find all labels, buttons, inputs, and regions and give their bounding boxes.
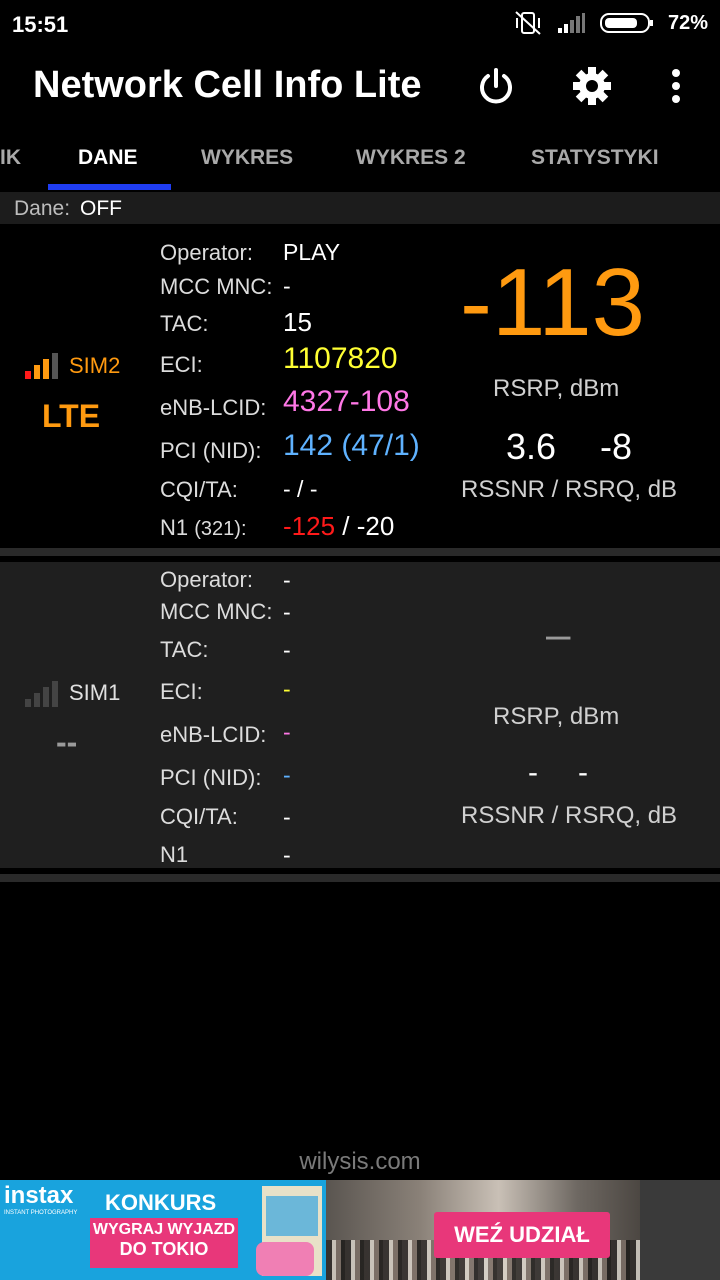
sim1-cqi-value: - [283,804,291,830]
settings-button[interactable] [568,62,616,110]
tab-indicator [48,184,171,190]
sim2-operator-label: Operator: [160,240,253,265]
sim1-rsrp-unit: RSRP, dBm [493,703,620,730]
ad-promo-box: WYGRAJ WYJAZD DO TOKIO [90,1218,238,1268]
status-time: 15:51 [12,12,69,37]
overflow-menu-button[interactable] [652,62,700,110]
sim1-tac-label: TAC: [160,637,209,662]
sim2-rat: LTE [42,398,101,434]
sim1-cqi-label: CQI/TA: [160,804,238,829]
app-bar: Network Cell Info Lite [0,50,720,122]
sim2-panel[interactable]: SIM2 LTE Operator: PLAY MCC MNC: - TAC: … [0,224,720,546]
ad-product-image [256,1186,322,1276]
power-button[interactable] [472,62,520,110]
sim1-tac-value: - [283,637,291,663]
tab-wykres[interactable]: WYKRES [201,146,293,170]
sim2-rsrp-unit: RSRP, dBm [493,375,620,402]
sim1-label: SIM1 [69,680,121,705]
sim2-eci-value: 1107820 [283,342,398,375]
sim2-n1-label: N1 (321): [160,515,247,541]
ad-crowd-image: WEŹ UDZIAŁ [326,1180,640,1280]
status-icons: 72% [514,10,708,36]
ad-line-1: WYGRAJ WYJAZD [92,1221,236,1238]
sim1-operator-label: Operator: [160,567,253,592]
sim2-enb-label: eNB-LCID: [160,395,267,420]
data-label: Dane: [14,197,71,220]
sim2-eci-label: ECI: [160,352,203,377]
footer-link[interactable]: wilysis.com [0,1148,720,1176]
sim2-signal-icon [25,353,58,379]
sim2-mcc-label: MCC MNC: [160,274,273,299]
sim1-signal-icon [25,681,58,707]
tab-wykres-2[interactable]: WYKRES 2 [356,146,466,170]
sim1-snr-unit: RSSNR / RSRQ, dB [461,802,678,829]
panel-divider-bottom [0,874,720,882]
sim2-n1-rsrq: -20 [356,511,395,541]
ad-brand-sub: INSTANT PHOTOGRAPHY [4,1210,78,1216]
sim1-operator-value: - [283,567,291,593]
sim2-enb-value: 4327-108 [283,385,410,418]
sim1-pci-label: PCI (NID): [160,765,262,790]
status-bar: 15:51 72% [0,0,720,50]
sim2-tac-label: TAC: [160,311,209,336]
sim2-rsrp-value: -113 [460,249,646,356]
sim2-n1-rsrp: -125 [283,511,336,541]
ad-banner[interactable]: instax INSTANT PHOTOGRAPHY KONKURS WYGRA… [0,1180,640,1280]
power-icon [480,68,512,104]
sim2-rsrq-value: -8 [600,426,633,467]
sim2-tac-value: 15 [283,307,312,337]
sim1-n1-label: N1 [160,842,189,867]
battery-percent: 72% [667,11,708,34]
tab-bar: IK DANE WYKRES WYKRES 2 STATYSTYKI [0,122,720,190]
ad-line-2: DO TOKIO [119,1239,209,1259]
battery-icon [599,13,653,33]
ad-cta-button[interactable]: WEŹ UDZIAŁ [434,1212,610,1258]
sim1-pci-value: - [283,762,291,788]
sim1-rsrp-value: – [546,610,571,659]
ad-side-strip [640,1180,720,1280]
sim1-enb-label: eNB-LCID: [160,722,267,747]
sim2-pci-value: 142 (47/1) [283,429,420,462]
app-title: Network Cell Info Lite [33,64,422,106]
tab-dane[interactable]: DANE [78,146,138,170]
sim1-mcc-value: - [283,599,291,625]
sim1-enb-value: - [283,719,291,745]
sim2-snr-unit: RSSNR / RSRQ, dB [461,476,678,503]
more-vert-icon [672,69,680,103]
sim1-rat: -- [56,724,78,760]
sim2-n1-value: -125 / -20 [283,511,394,542]
sim2-cqi-label: CQI/TA: [160,477,238,502]
sim1-n1-value: - [283,842,291,868]
camera-image [256,1242,314,1276]
signal-icon [557,13,585,33]
sim1-mcc-label: MCC MNC: [160,599,273,624]
sim1-eci-label: ECI: [160,679,203,704]
sim2-n1-separator: / [335,511,357,541]
sim2-mcc-value: - [283,273,291,299]
vibrate-off-icon [515,11,541,35]
tab-statystyki[interactable]: STATYSTYKI [531,146,659,170]
sim2-pci-label: PCI (NID): [160,438,262,463]
sim1-rsrq-value: - [578,756,588,789]
data-value: OFF [80,197,122,220]
sim2-cqi-value: - / - [283,476,318,502]
tab-ik[interactable]: IK [0,146,21,170]
panel-divider [0,548,720,556]
sim1-panel[interactable]: SIM1 -- Operator: - MCC MNC: - TAC: - EC… [0,562,720,868]
n1-label-text: N1 [160,515,189,540]
ad-brand-block: instax INSTANT PHOTOGRAPHY [0,1180,82,1280]
ad-brand: instax [4,1182,74,1209]
n1-arfcn: (321): [194,518,247,540]
sim1-rssnr-value: - [528,756,538,789]
sim2-rssnr-value: 3.6 [506,426,557,467]
sim2-operator-value: PLAY [283,239,341,265]
data-status-bar: Dane: OFF [0,192,720,224]
gear-icon [573,67,611,105]
sim2-label: SIM2 [69,353,121,378]
ad-cta-label: WEŹ UDZIAŁ [454,1222,590,1247]
sim1-eci-value: - [283,676,291,702]
ad-headline: KONKURS [105,1190,217,1215]
